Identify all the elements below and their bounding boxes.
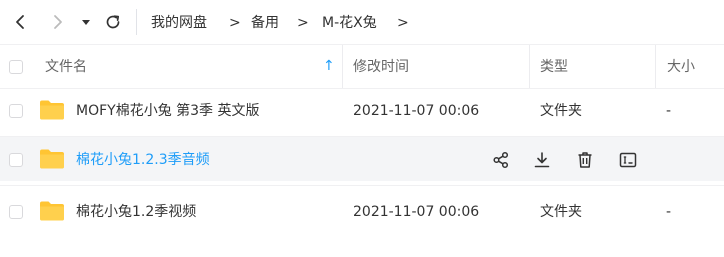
folder-icon <box>40 149 64 169</box>
breadcrumb-item-backup[interactable]: 备用 <box>251 14 279 32</box>
column-header-name[interactable]: 文件名 <box>45 57 87 77</box>
back-button[interactable] <box>8 9 32 35</box>
breadcrumb-separator: > <box>229 15 241 31</box>
download-button[interactable] <box>532 150 552 170</box>
file-name[interactable]: 棉花小兔1.2.3季音频 <box>76 150 210 170</box>
table-row[interactable]: 棉花小兔1.2季视频 2021-11-07 00:06 文件夹 - <box>0 190 724 234</box>
column-header-type[interactable]: 类型 <box>540 57 568 77</box>
row-divider <box>0 185 724 186</box>
file-name[interactable]: 棉花小兔1.2季视频 <box>76 202 196 222</box>
column-divider <box>655 45 656 89</box>
breadcrumb-item-current[interactable]: M-花X兔 <box>322 14 377 32</box>
modified-time: 2021-11-07 00:06 <box>353 204 480 220</box>
history-dropdown-icon <box>82 20 90 25</box>
rename-button[interactable] <box>618 150 638 170</box>
history-dropdown-button[interactable] <box>76 9 96 35</box>
modified-time: 2021-11-07 00:06 <box>353 103 480 119</box>
column-header-modified[interactable]: 修改时间 <box>353 57 409 77</box>
select-all-checkbox[interactable] <box>9 60 23 74</box>
file-size: - <box>666 103 672 119</box>
rename-icon <box>619 152 637 168</box>
breadcrumb-separator: > <box>297 15 309 31</box>
column-header-size[interactable]: 大小 <box>667 57 695 77</box>
back-arrow-icon <box>16 15 24 29</box>
column-divider <box>342 45 343 89</box>
share-button[interactable] <box>491 150 511 170</box>
breadcrumb-item-my-drive[interactable]: 我的网盘 <box>151 14 207 32</box>
file-type: 文件夹 <box>540 103 582 119</box>
folder-icon <box>40 201 64 221</box>
table-row[interactable]: 棉花小兔1.2.3季音频 <box>0 137 724 181</box>
row-checkbox[interactable] <box>9 153 23 167</box>
sort-ascending-icon[interactable]: ↑ <box>323 56 335 76</box>
folder-icon <box>40 100 64 120</box>
refresh-icon <box>106 15 120 29</box>
column-divider <box>529 45 530 89</box>
table-row[interactable]: MOFY棉花小兔 第3季 英文版 2021-11-07 00:06 文件夹 - <box>0 89 724 133</box>
refresh-button[interactable] <box>101 9 125 35</box>
row-checkbox[interactable] <box>9 104 23 118</box>
row-checkbox[interactable] <box>9 205 23 219</box>
forward-arrow-icon <box>54 15 62 29</box>
share-icon <box>493 151 509 169</box>
nav-divider <box>136 9 137 35</box>
file-type: 文件夹 <box>540 204 582 220</box>
breadcrumb-separator: > <box>397 15 409 31</box>
file-size: - <box>666 204 672 220</box>
header-top-border <box>0 44 724 45</box>
download-icon <box>534 152 550 168</box>
delete-icon <box>578 152 592 168</box>
file-name[interactable]: MOFY棉花小兔 第3季 英文版 <box>76 101 260 121</box>
forward-button[interactable] <box>46 9 70 35</box>
delete-button[interactable] <box>575 150 595 170</box>
